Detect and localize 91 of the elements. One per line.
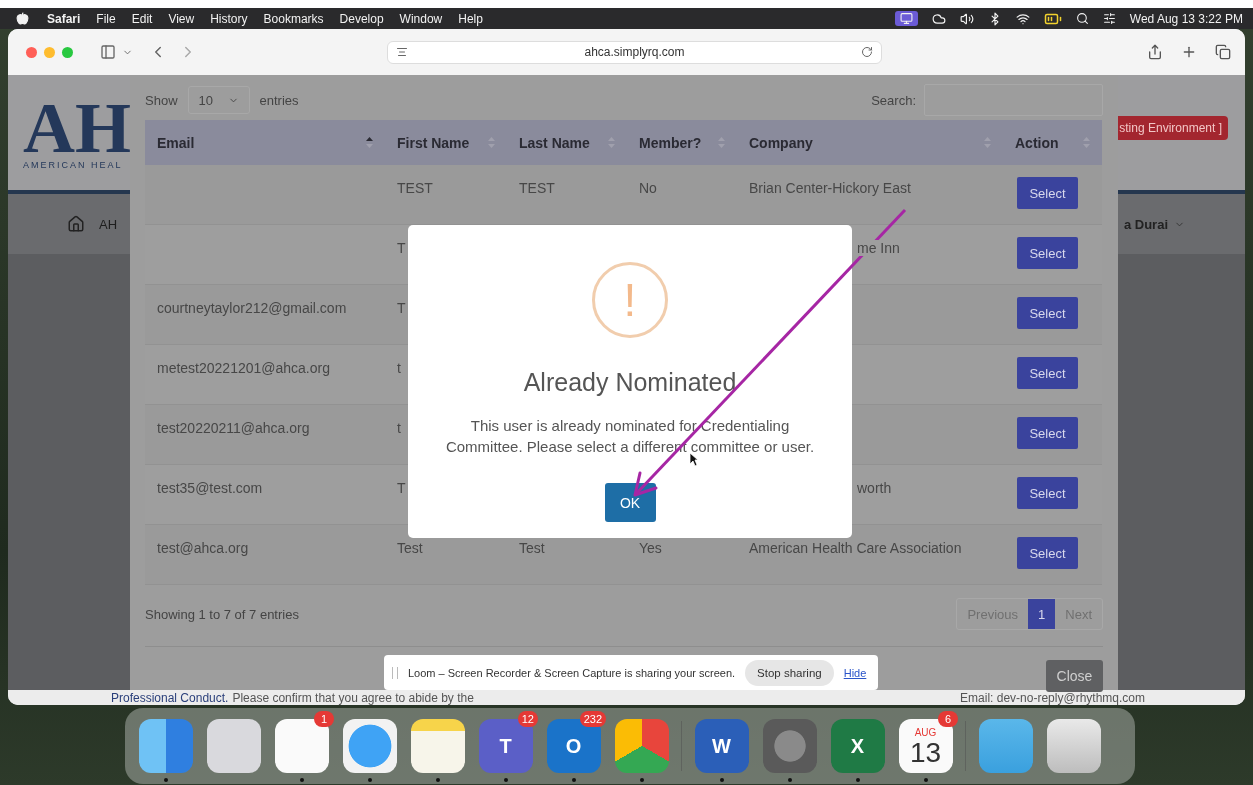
table-cell: courtneytaylor212@gmail.com [157, 300, 347, 316]
table-cell: Test [397, 540, 423, 556]
menu-item[interactable]: Safari [47, 11, 81, 26]
table-cell: metest20221201@ahca.org [157, 360, 330, 376]
entries-label: entries [259, 92, 299, 108]
notepad-app-icon[interactable] [410, 719, 465, 773]
sidebar-icon[interactable] [100, 44, 116, 60]
hide-link[interactable]: Hide [843, 666, 867, 679]
column-header[interactable]: First Name [385, 120, 507, 165]
table-cell: t [397, 420, 401, 436]
close-window-button[interactable] [26, 46, 37, 58]
logo-letters: AH [23, 95, 131, 160]
conduct-link[interactable]: Professional Conduct. [111, 690, 229, 705]
menu-item[interactable]: Develop [339, 11, 384, 26]
select-button[interactable]: Select [1017, 357, 1078, 389]
notification-badge: 6 [938, 711, 958, 727]
table-cell: test20220211@ahca.org [157, 420, 310, 436]
page-menu-icon[interactable] [396, 46, 408, 58]
app-letter: O [565, 734, 582, 758]
logo-subtitle: AMERICAN HEAL [23, 159, 124, 170]
ok-button[interactable]: OK [604, 483, 656, 522]
menu-item[interactable]: History [210, 11, 248, 26]
menu-item[interactable]: Edit [131, 11, 153, 26]
sharing-message: Loom – Screen Recorder & Screen Capture is sharing your screen. [408, 666, 736, 679]
table-cell: No [639, 180, 657, 196]
table-cell: worth [857, 480, 892, 496]
select-button[interactable]: Select [1017, 537, 1078, 569]
footer-email: Email: dev-no-reply@rhythmq.com [960, 690, 1145, 705]
table-cell: T [397, 300, 406, 316]
table-cell: TEST [397, 180, 433, 196]
calendar-day: 13 [909, 737, 942, 768]
table-info: Showing 1 to 7 of 7 entries [145, 606, 299, 622]
app-letter: W [712, 734, 731, 758]
show-label: Show [145, 92, 178, 108]
table-cell: TEST [519, 180, 555, 196]
circle-app-icon[interactable] [614, 719, 669, 773]
menu-item[interactable]: View [168, 11, 195, 26]
tabs-icon[interactable] [1215, 44, 1231, 60]
select-button[interactable]: Select [1017, 417, 1078, 449]
control-center-icon[interactable] [1102, 12, 1116, 25]
stop-sharing-button[interactable]: Stop sharing [745, 659, 834, 686]
table-cell: T [397, 240, 406, 256]
notification-badge: 1 [314, 711, 334, 727]
menu-item[interactable]: File [96, 11, 116, 26]
drag-handle-icon[interactable] [392, 666, 398, 679]
table-cell: Brian Center-Hickory East [749, 180, 911, 196]
screen-share-icon[interactable] [894, 11, 918, 26]
alert-title: Already Nominated [523, 368, 737, 397]
search-icon[interactable] [1075, 12, 1089, 25]
select-button[interactable]: Select [1017, 237, 1078, 269]
menu-item[interactable]: Help [458, 11, 483, 26]
table-cell: T [397, 480, 406, 496]
home-icon[interactable] [67, 215, 85, 233]
menu-item[interactable]: Bookmarks [263, 11, 324, 26]
wifi-icon[interactable] [1015, 11, 1030, 26]
column-header[interactable]: Action [1003, 120, 1102, 165]
menu-item[interactable]: Window [399, 11, 443, 26]
select-button[interactable]: Select [1017, 297, 1078, 329]
cursor-icon [689, 452, 699, 467]
table-cell: test35@test.com [157, 480, 263, 496]
close-button[interactable]: Close [1046, 660, 1103, 692]
new-tab-icon[interactable] [1181, 44, 1197, 60]
calendar-month: AUG [914, 726, 937, 738]
table-cell: t [397, 360, 401, 376]
menu-clock: Wed Aug 13 3:22 PM [1129, 11, 1243, 26]
footer-text: Please confirm that you agree to abide by the [232, 690, 474, 705]
volume-icon[interactable] [959, 11, 974, 26]
page-size-select[interactable]: 10 [187, 86, 250, 114]
column-header[interactable]: Last Name [507, 120, 627, 165]
letter-app-icon[interactable]: X [830, 719, 885, 773]
letter-app-icon[interactable]: W [694, 719, 749, 773]
column-header[interactable]: Company [737, 120, 1003, 165]
pagination-button[interactable]: 1 [1028, 599, 1056, 629]
column-header[interactable]: Member? [627, 120, 737, 165]
app-letter: X [850, 734, 865, 758]
select-button[interactable]: Select [1017, 477, 1078, 509]
table-cell: test@ahca.org [157, 540, 249, 556]
table-cell: American Health Care Association [749, 540, 962, 556]
share-icon[interactable] [1147, 44, 1163, 60]
address-field[interactable]: ahca.simplyrq.com [387, 40, 882, 64]
app-letter: T [499, 734, 512, 758]
cloud-icon[interactable] [931, 11, 946, 26]
column-header[interactable]: Email [145, 120, 385, 165]
select-button[interactable]: Select [1017, 177, 1078, 209]
apple-icon[interactable] [16, 12, 29, 25]
warning-icon: ! [592, 262, 668, 338]
table-cell: me Inn [857, 240, 900, 256]
reload-icon[interactable] [861, 46, 873, 58]
table-cell: Yes [639, 540, 662, 556]
table-cell: Test [519, 540, 545, 556]
search-label: Search: [871, 92, 916, 108]
